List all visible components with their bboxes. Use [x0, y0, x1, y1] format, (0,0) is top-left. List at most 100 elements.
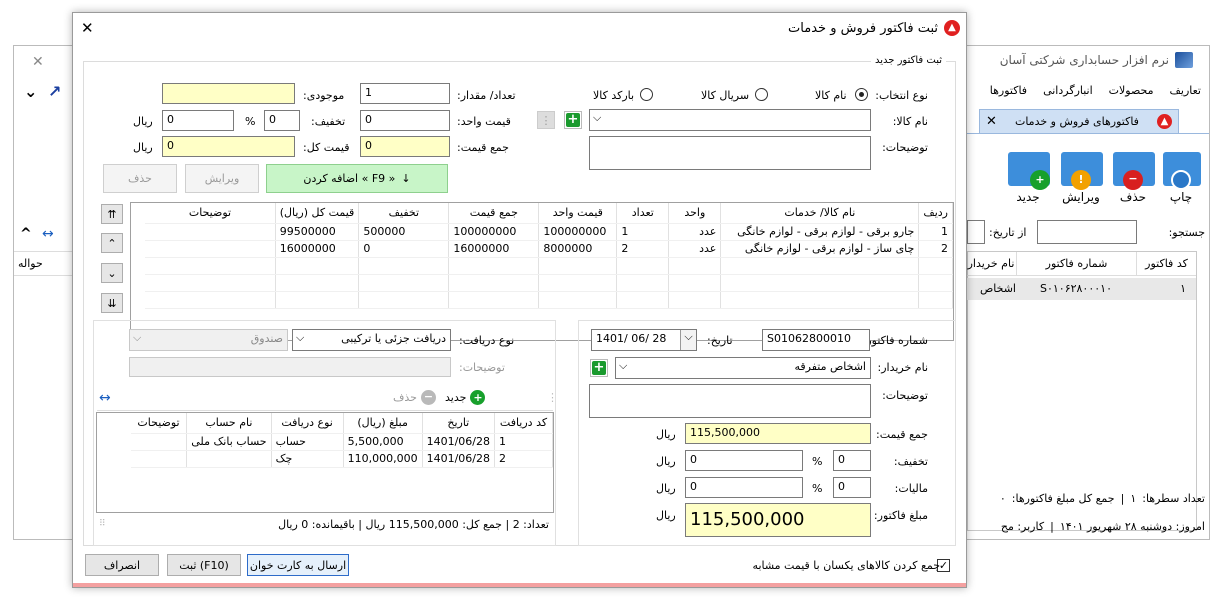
invoice-no-label: شماره فاکتور:	[862, 334, 928, 347]
inv-discount-amount-input[interactable]: 0	[685, 450, 803, 471]
radio-serial[interactable]	[755, 88, 768, 101]
col-unit-price[interactable]: قیمت واحد	[538, 203, 618, 224]
save-button[interactable]: ثبت (F10)	[167, 554, 241, 576]
new-receipt-button[interactable]: جدید +	[445, 390, 486, 405]
menu-item-definitions[interactable]: تعاریف	[1170, 84, 1201, 97]
chevron-down-icon[interactable]: ⌵	[680, 330, 696, 350]
table-row[interactable]: 2 1401/06/28 110,000,000 چک	[130, 450, 553, 468]
tax-percent-input[interactable]: 0	[833, 477, 871, 498]
bg-tab[interactable]: ✕ فاکتورهای فروش و خدمات ▲	[979, 109, 1179, 133]
col-buyer-name[interactable]: نام خریدار	[966, 252, 1016, 275]
invoice-no-input[interactable]: S01062800010	[762, 329, 870, 351]
search-input[interactable]	[1037, 220, 1137, 244]
total-price-input[interactable]: 0	[162, 136, 295, 157]
close-tab-icon[interactable]: ✕	[986, 114, 997, 129]
new-invoice-button[interactable]: + جدید	[1003, 146, 1053, 204]
table-row[interactable]: 1 جارو برقی - لوازم برقی - لوازم خانگی ع…	[145, 223, 953, 241]
invoice-amount-input[interactable]: 115,500,000	[685, 503, 871, 537]
cell-receipt-type: حساب	[271, 433, 344, 451]
total-sum-input[interactable]: 115,500,000	[685, 423, 871, 444]
menu-item-invoices[interactable]: فاکتورها	[990, 84, 1027, 97]
radio-item-name[interactable]	[855, 88, 868, 101]
col-receipt-type[interactable]: نوع دریافت	[271, 413, 344, 434]
total-sum-label: جمع قیمت:	[876, 428, 928, 441]
receipt-desc-input[interactable]	[129, 357, 451, 377]
printer-icon	[1171, 170, 1191, 190]
table-row[interactable]: 1 1401/06/28 5,500,000 حساب حساب بانک مل…	[130, 433, 553, 451]
print-invoice-button[interactable]: چاپ	[1161, 146, 1201, 204]
item-options-button[interactable]: ⋮	[537, 111, 555, 129]
col-discount[interactable]: تخفیف	[358, 203, 450, 224]
col-receipt-date[interactable]: تاریخ	[422, 413, 496, 434]
add-buyer-button[interactable]: +	[590, 359, 608, 377]
move-bottom-button[interactable]: ⇊	[101, 293, 123, 313]
cell-row: 2	[918, 240, 953, 258]
col-receipt-amount[interactable]: مبلغ (ریال)	[343, 413, 423, 434]
cell-code: ۱	[1180, 282, 1186, 295]
table-row[interactable]: 2 چای ساز - لوازم برقی - لوازم خانگی عدد…	[145, 240, 953, 258]
close-icon[interactable]: ✕	[32, 54, 44, 70]
col-receipt-code[interactable]: کد دریافت	[494, 413, 553, 434]
add-item-button[interactable]: +	[564, 111, 582, 129]
receipts-grid: کد دریافت تاریخ مبلغ (ریال) نوع دریافت ن…	[96, 412, 554, 513]
move-up-button[interactable]: ⌃	[101, 233, 123, 253]
col-row[interactable]: ردیف	[918, 203, 953, 224]
cell-receipt-amount: 110,000,000	[343, 450, 423, 468]
dialog-close-icon[interactable]: ✕	[81, 19, 94, 37]
chevron-up-icon[interactable]: ^	[20, 226, 32, 242]
tax-amount-input[interactable]: 0	[685, 477, 803, 498]
arrow-up-right-icon[interactable]: ↗	[48, 82, 61, 101]
qty-input[interactable]: 1	[360, 83, 450, 104]
col-invoice-number[interactable]: شماره فاکتور	[1016, 252, 1136, 275]
menu-item-inventory[interactable]: انبارگردانی	[1043, 84, 1093, 97]
radio-barcode[interactable]	[640, 88, 653, 101]
buyer-combo[interactable]: اشخاص متفرقه ⌵	[615, 357, 871, 379]
sum-input[interactable]: 0	[360, 136, 450, 157]
stock-input[interactable]	[162, 83, 295, 104]
add-row-button[interactable]: اضافه کردن « F9 » ↓	[266, 164, 448, 193]
move-top-button[interactable]: ⇈	[101, 204, 123, 224]
move-down-button[interactable]: ⌄	[101, 263, 123, 283]
col-item-name[interactable]: نام کالا/ خدمات	[720, 203, 920, 224]
unit-price-input[interactable]: 0	[360, 110, 450, 131]
inv-discount-percent-input[interactable]: 0	[833, 450, 871, 471]
cell-number: S۰۱۰۶۲۸۰۰۰۱۰	[1040, 282, 1112, 295]
delete-invoice-button[interactable]: − حذف	[1109, 146, 1157, 204]
receipt-type-combo[interactable]: دریافت جزئی یا ترکیبی ⌵	[292, 329, 451, 351]
radio-barcode-label: بارکد کالا	[593, 89, 635, 102]
col-unit[interactable]: واحد	[668, 203, 722, 224]
cancel-button[interactable]: انصراف	[85, 554, 159, 576]
col-receipt-desc[interactable]: توضیحات	[130, 413, 188, 434]
edit-invoice-button[interactable]: ! ویرایش	[1057, 146, 1105, 204]
delete-row-button[interactable]: حذف	[103, 164, 177, 193]
col-qty[interactable]: تعداد	[616, 203, 670, 224]
resize-columns-icon[interactable]: ↔	[99, 390, 111, 406]
bg-grid-row[interactable]: ۱ S۰۱۰۶۲۸۰۰۰۱۰ اشخاص	[966, 278, 1196, 300]
edit-row-button[interactable]: ویرایش	[185, 164, 259, 193]
chevron-down-icon[interactable]: ⌄	[24, 82, 37, 101]
left-grid-header: حواله	[14, 251, 72, 276]
col-total[interactable]: قیمت کل (ریال)	[275, 203, 360, 224]
col-sum[interactable]: جمع قیمت	[448, 203, 540, 224]
cashbox-combo[interactable]: صندوق ⌵	[129, 329, 288, 351]
bg-menu: تعاریف محصولات انبارگردانی فاکتورها	[990, 84, 1201, 97]
delete-receipt-button[interactable]: حذف −	[393, 390, 436, 405]
from-date-dropdown[interactable]	[967, 220, 985, 244]
item-name-combo[interactable]: ⌵	[589, 109, 871, 131]
resize-columns-icon[interactable]: ↔	[42, 226, 54, 242]
bg-grid: کد فاکتور شماره فاکتور نام خریدار ۱ S۰۱۰…	[966, 251, 1197, 531]
discount-amount-input[interactable]: 0	[162, 110, 234, 131]
col-invoice-code[interactable]: کد فاکتور	[1136, 252, 1196, 275]
cell-unit: عدد	[668, 240, 722, 258]
desc-input[interactable]	[589, 136, 871, 170]
discount-percent-input[interactable]: 0	[264, 110, 300, 131]
plus-icon: +	[566, 112, 580, 127]
cell-unit-price: 8000000	[538, 240, 618, 258]
date-input[interactable]: 1401/ 06/ 28 ⌵	[591, 329, 697, 351]
col-desc[interactable]: توضیحات	[145, 203, 276, 224]
send-to-card-reader-button[interactable]: ارسال به کارت خوان	[247, 554, 349, 576]
drag-handle-icon[interactable]: ⋮	[547, 391, 558, 404]
col-account-name[interactable]: نام حساب	[186, 413, 272, 434]
menu-item-products[interactable]: محصولات	[1109, 84, 1154, 97]
invoice-desc-input[interactable]	[589, 384, 871, 418]
